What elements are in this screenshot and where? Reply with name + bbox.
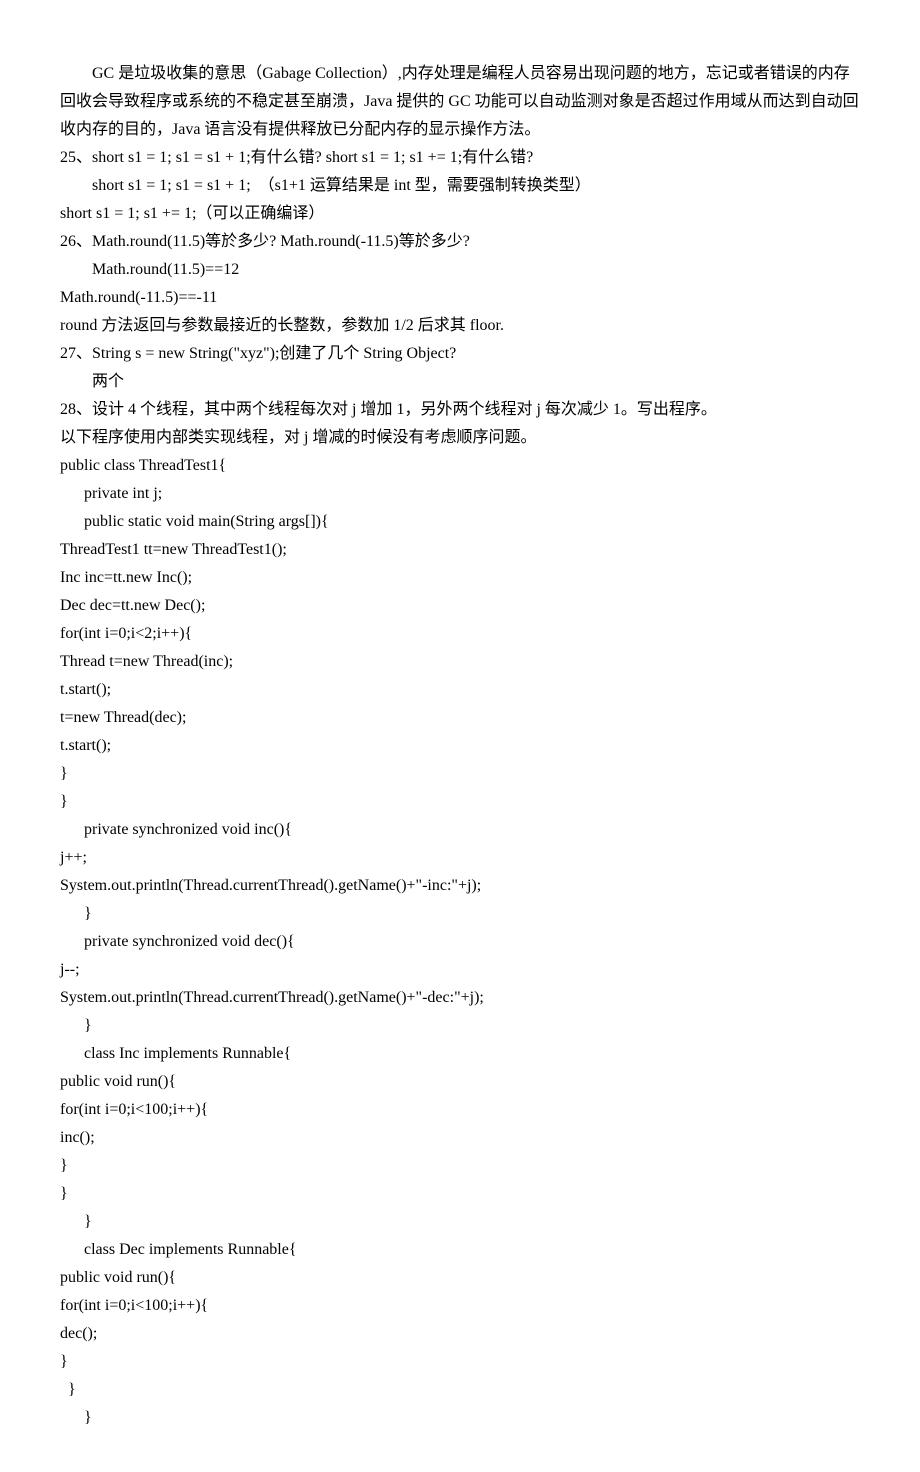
text-line: for(int i=0;i<100;i++){ <box>60 1292 860 1320</box>
text-line: 25、short s1 = 1; s1 = s1 + 1;有什么错? short… <box>60 144 860 172</box>
text-line: ThreadTest1 tt=new ThreadTest1(); <box>60 536 860 564</box>
text-line: System.out.println(Thread.currentThread(… <box>60 872 860 900</box>
text-line: private int j; <box>60 480 860 508</box>
text-line: } <box>60 1404 860 1432</box>
text-line: short s1 = 1; s1 += 1;（可以正确编译） <box>60 200 860 228</box>
text-line: round 方法返回与参数最接近的长整数，参数加 1/2 后求其 floor. <box>60 312 860 340</box>
text-line: class Inc implements Runnable{ <box>60 1040 860 1068</box>
text-line: public void run(){ <box>60 1264 860 1292</box>
text-line: inc(); <box>60 1124 860 1152</box>
text-line: System.out.println(Thread.currentThread(… <box>60 984 860 1012</box>
text-line: short s1 = 1; s1 = s1 + 1; （s1+1 运算结果是 i… <box>60 172 860 200</box>
text-line: for(int i=0;i<2;i++){ <box>60 620 860 648</box>
text-line: class Dec implements Runnable{ <box>60 1236 860 1264</box>
text-line: 27、String s = new String("xyz");创建了几个 St… <box>60 340 860 368</box>
text-line: 两个 <box>60 368 860 396</box>
text-line: } <box>60 1208 860 1236</box>
text-line: private synchronized void dec(){ <box>60 928 860 956</box>
text-line: } <box>60 788 860 816</box>
text-line: t.start(); <box>60 732 860 760</box>
text-line: } <box>60 1348 860 1376</box>
text-line: Math.round(11.5)==12 <box>60 256 860 284</box>
text-line: 28、设计 4 个线程，其中两个线程每次对 j 增加 1，另外两个线程对 j 每… <box>60 396 860 424</box>
text-line: Math.round(-11.5)==-11 <box>60 284 860 312</box>
text-line: t.start(); <box>60 676 860 704</box>
document-body: GC 是垃圾收集的意思（Gabage Collection）,内存处理是编程人员… <box>60 60 860 1432</box>
text-line: 26、Math.round(11.5)等於多少? Math.round(-11.… <box>60 228 860 256</box>
text-line: public void run(){ <box>60 1068 860 1096</box>
text-line: j--; <box>60 956 860 984</box>
text-line: } <box>60 1012 860 1040</box>
text-line: 以下程序使用内部类实现线程，对 j 增减的时候没有考虑顺序问题。 <box>60 424 860 452</box>
text-line: } <box>60 760 860 788</box>
text-line: for(int i=0;i<100;i++){ <box>60 1096 860 1124</box>
text-line: public class ThreadTest1{ <box>60 452 860 480</box>
text-line: dec(); <box>60 1320 860 1348</box>
text-line: } <box>60 1376 860 1404</box>
text-line: Dec dec=tt.new Dec(); <box>60 592 860 620</box>
text-line: j++; <box>60 844 860 872</box>
text-line: t=new Thread(dec); <box>60 704 860 732</box>
text-line: public static void main(String args[]){ <box>60 508 860 536</box>
text-line: } <box>60 900 860 928</box>
text-line: } <box>60 1152 860 1180</box>
text-line: private synchronized void inc(){ <box>60 816 860 844</box>
text-line: GC 是垃圾收集的意思（Gabage Collection）,内存处理是编程人员… <box>60 60 860 144</box>
text-line: Thread t=new Thread(inc); <box>60 648 860 676</box>
text-line: Inc inc=tt.new Inc(); <box>60 564 860 592</box>
text-line: } <box>60 1180 860 1208</box>
